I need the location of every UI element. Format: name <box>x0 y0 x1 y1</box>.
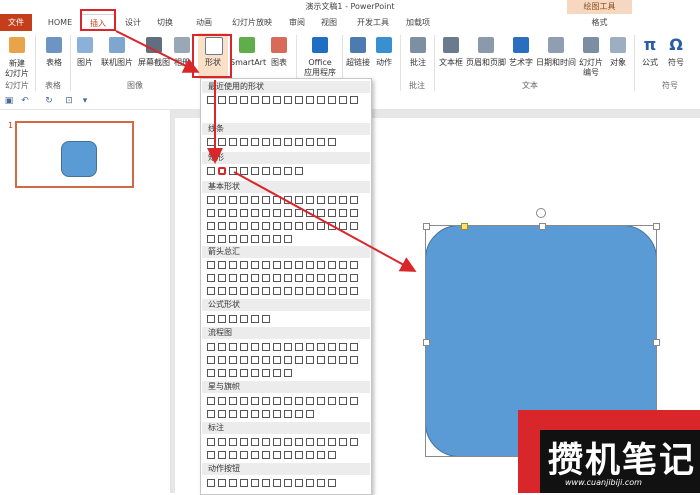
annotation-arrow-insert-to-shapes <box>115 30 200 73</box>
watermark-url: www.cuanjibiji.com <box>565 478 642 487</box>
watermark-text: 攒机笔记 <box>548 441 697 481</box>
annotation-arrow-rectangle-to-shape <box>233 171 417 272</box>
